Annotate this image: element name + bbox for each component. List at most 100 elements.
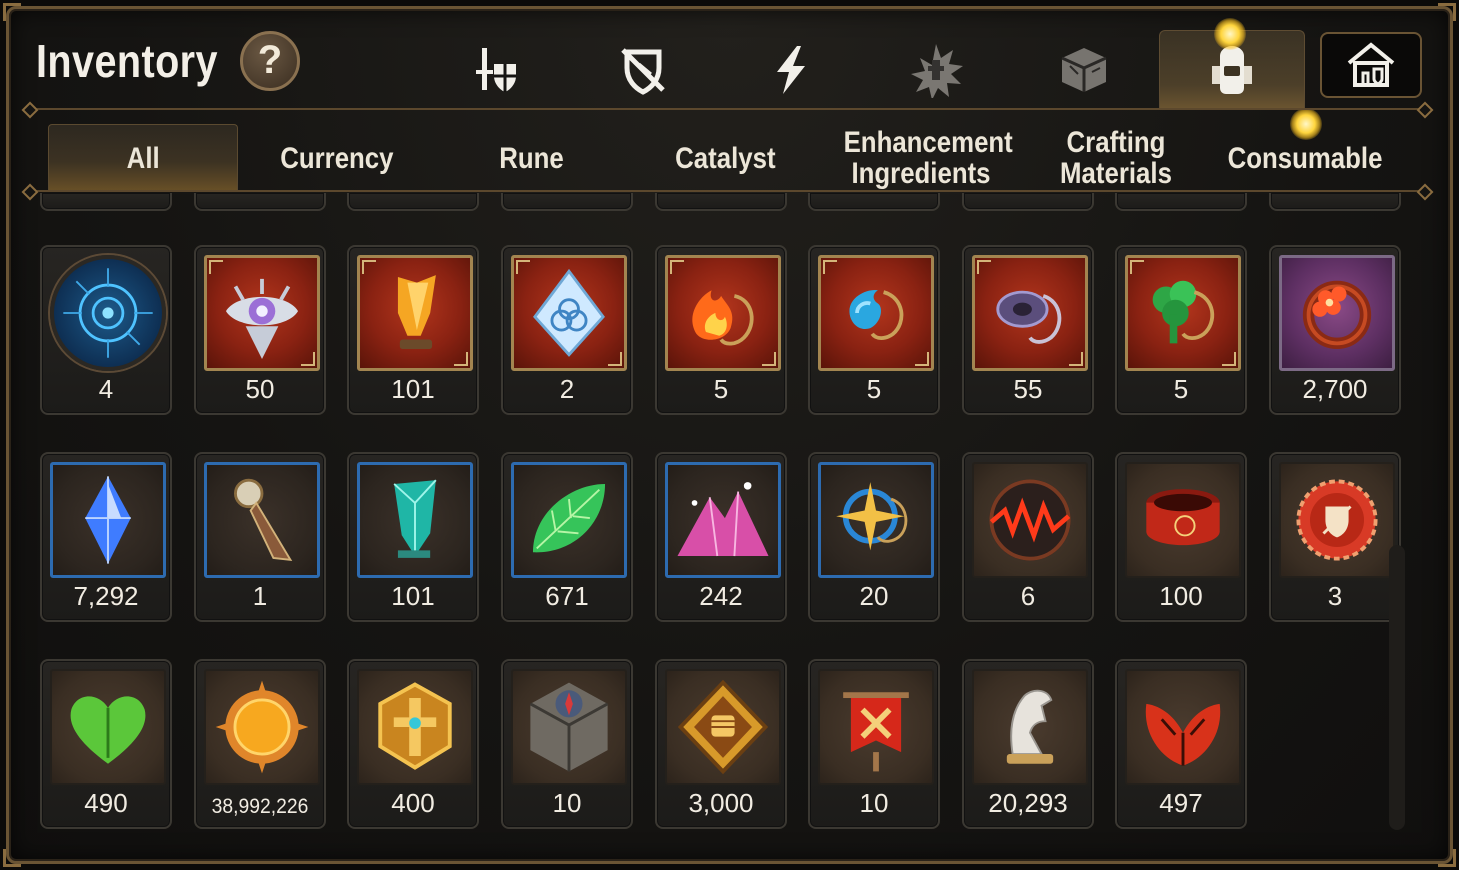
item-slot[interactable]: 4 [40, 245, 172, 415]
item-slot[interactable] [1115, 193, 1247, 211]
item-count: 100 [1159, 581, 1203, 611]
item-slot[interactable]: 101 [347, 245, 479, 415]
tab-catalyst[interactable]: Catalyst [630, 124, 820, 192]
crest-badge-icon [1279, 462, 1395, 578]
item-slot[interactable] [40, 193, 172, 211]
page-title: Inventory [36, 35, 218, 87]
item-slot[interactable] [347, 193, 479, 211]
item-slot[interactable]: 3 [1269, 452, 1401, 622]
item-slot[interactable]: 400 [347, 659, 479, 829]
frame-corner [3, 3, 21, 21]
frame-corner [1438, 849, 1456, 867]
equipment-icon[interactable] [454, 32, 538, 108]
item-slot[interactable]: 100 [1115, 452, 1247, 622]
lightning-icon[interactable] [749, 32, 833, 108]
item-slot[interactable]: 2 [501, 245, 633, 415]
amber-crystal-icon [357, 255, 473, 371]
cube-icon[interactable] [1042, 32, 1126, 108]
item-count: 50 [245, 374, 275, 404]
item-slot[interactable] [501, 193, 633, 211]
notification-dot-icon [1214, 18, 1246, 50]
item-slot[interactable]: 10 [808, 659, 940, 829]
item-count: 20,293 [988, 788, 1068, 818]
item-slot[interactable]: 242 [655, 452, 787, 622]
item-count: 5 [1173, 374, 1189, 404]
item-slot[interactable]: 5 [1115, 245, 1247, 415]
item-slot[interactable] [655, 193, 787, 211]
teal-crystal-icon [357, 462, 473, 578]
item-slot[interactable]: 490 [40, 659, 172, 829]
item-count: 4 [98, 374, 114, 404]
item-slot[interactable] [808, 193, 940, 211]
tab-currency[interactable]: Currency [242, 124, 432, 192]
item-count: 7,292 [73, 581, 139, 611]
tab-all[interactable]: All [48, 124, 238, 192]
item-count: 55 [1013, 374, 1043, 404]
red-band-icon [1125, 462, 1241, 578]
item-count: 2 [559, 374, 575, 404]
gold-emblem-icon [357, 669, 473, 785]
item-slot[interactable]: 20 [808, 452, 940, 622]
item-count: 671 [545, 581, 589, 611]
war-banner-icon [818, 669, 934, 785]
item-slot[interactable] [194, 193, 326, 211]
house-icon[interactable] [1320, 32, 1422, 98]
item-count: 20 [859, 581, 889, 611]
item-slot[interactable]: 2,700 [1269, 245, 1401, 415]
item-count: 10 [552, 788, 582, 818]
category-tabs: All Currency Rune Catalyst Enhancement I… [30, 112, 1425, 192]
item-slot[interactable]: 3,000 [655, 659, 787, 829]
item-slot[interactable]: 38,992,226 [194, 659, 326, 829]
tab-rune[interactable]: Rune [436, 124, 626, 192]
item-slot[interactable]: 497 [1115, 659, 1247, 829]
green-leaf-icon [511, 462, 627, 578]
item-slot[interactable]: 55 [962, 245, 1094, 415]
pink-mountain-icon [665, 462, 781, 578]
item-slot[interactable]: 7,292 [40, 452, 172, 622]
star-pendant-icon [818, 462, 934, 578]
scrollbar[interactable] [1389, 545, 1405, 830]
help-button[interactable]: ? [240, 31, 300, 91]
item-slot[interactable]: 10 [501, 659, 633, 829]
green-heart-icon [50, 669, 166, 785]
frame-corner [1438, 3, 1456, 21]
burst-icon[interactable] [894, 32, 978, 108]
item-count: 101 [391, 374, 435, 404]
item-count: 2,700 [1302, 374, 1368, 404]
knight-piece-icon [972, 669, 1088, 785]
dagger-charm-icon [204, 462, 320, 578]
item-slot[interactable]: 50 [194, 245, 326, 415]
item-count: 38,992,226 [211, 795, 309, 818]
tab-consumable[interactable]: Consumable [1210, 124, 1400, 192]
item-slot[interactable] [962, 193, 1094, 211]
item-slot[interactable]: 5 [808, 245, 940, 415]
item-slot[interactable]: 101 [347, 452, 479, 622]
item-count: 101 [391, 581, 435, 611]
fist-badge-icon [665, 669, 781, 785]
eye-crest-icon [204, 255, 320, 371]
tab-crafting-materials[interactable]: Crafting Materials [1026, 124, 1206, 192]
header-divider [30, 108, 1425, 110]
ring-pendant-icon [972, 255, 1088, 371]
item-count: 6 [1020, 581, 1036, 611]
triquetra-diamond-icon [511, 255, 627, 371]
red-leaf-icon [1125, 669, 1241, 785]
flame-pendant-icon [665, 255, 781, 371]
tabs-divider [30, 190, 1425, 192]
item-slot[interactable] [1269, 193, 1401, 211]
item-slot[interactable]: 671 [501, 452, 633, 622]
tab-enhancement-ingredients[interactable]: Enhancement Ingredients [816, 124, 1026, 192]
blue-orb-icon [50, 255, 166, 371]
shield-off-icon[interactable] [601, 32, 685, 108]
blue-gem-icon [50, 462, 166, 578]
item-slot[interactable]: 20,293 [962, 659, 1094, 829]
item-count: 3 [1327, 581, 1343, 611]
item-count: 10 [859, 788, 889, 818]
lava-orb-icon [972, 462, 1088, 578]
frame-corner [3, 849, 21, 867]
item-slot[interactable]: 1 [194, 452, 326, 622]
item-count: 497 [1159, 788, 1203, 818]
item-slot[interactable]: 5 [655, 245, 787, 415]
item-slot[interactable]: 6 [962, 452, 1094, 622]
item-grid[interactable]: 4 50 101 2 5 5 55 5 2,700 7,292 1 101 67… [30, 193, 1425, 838]
